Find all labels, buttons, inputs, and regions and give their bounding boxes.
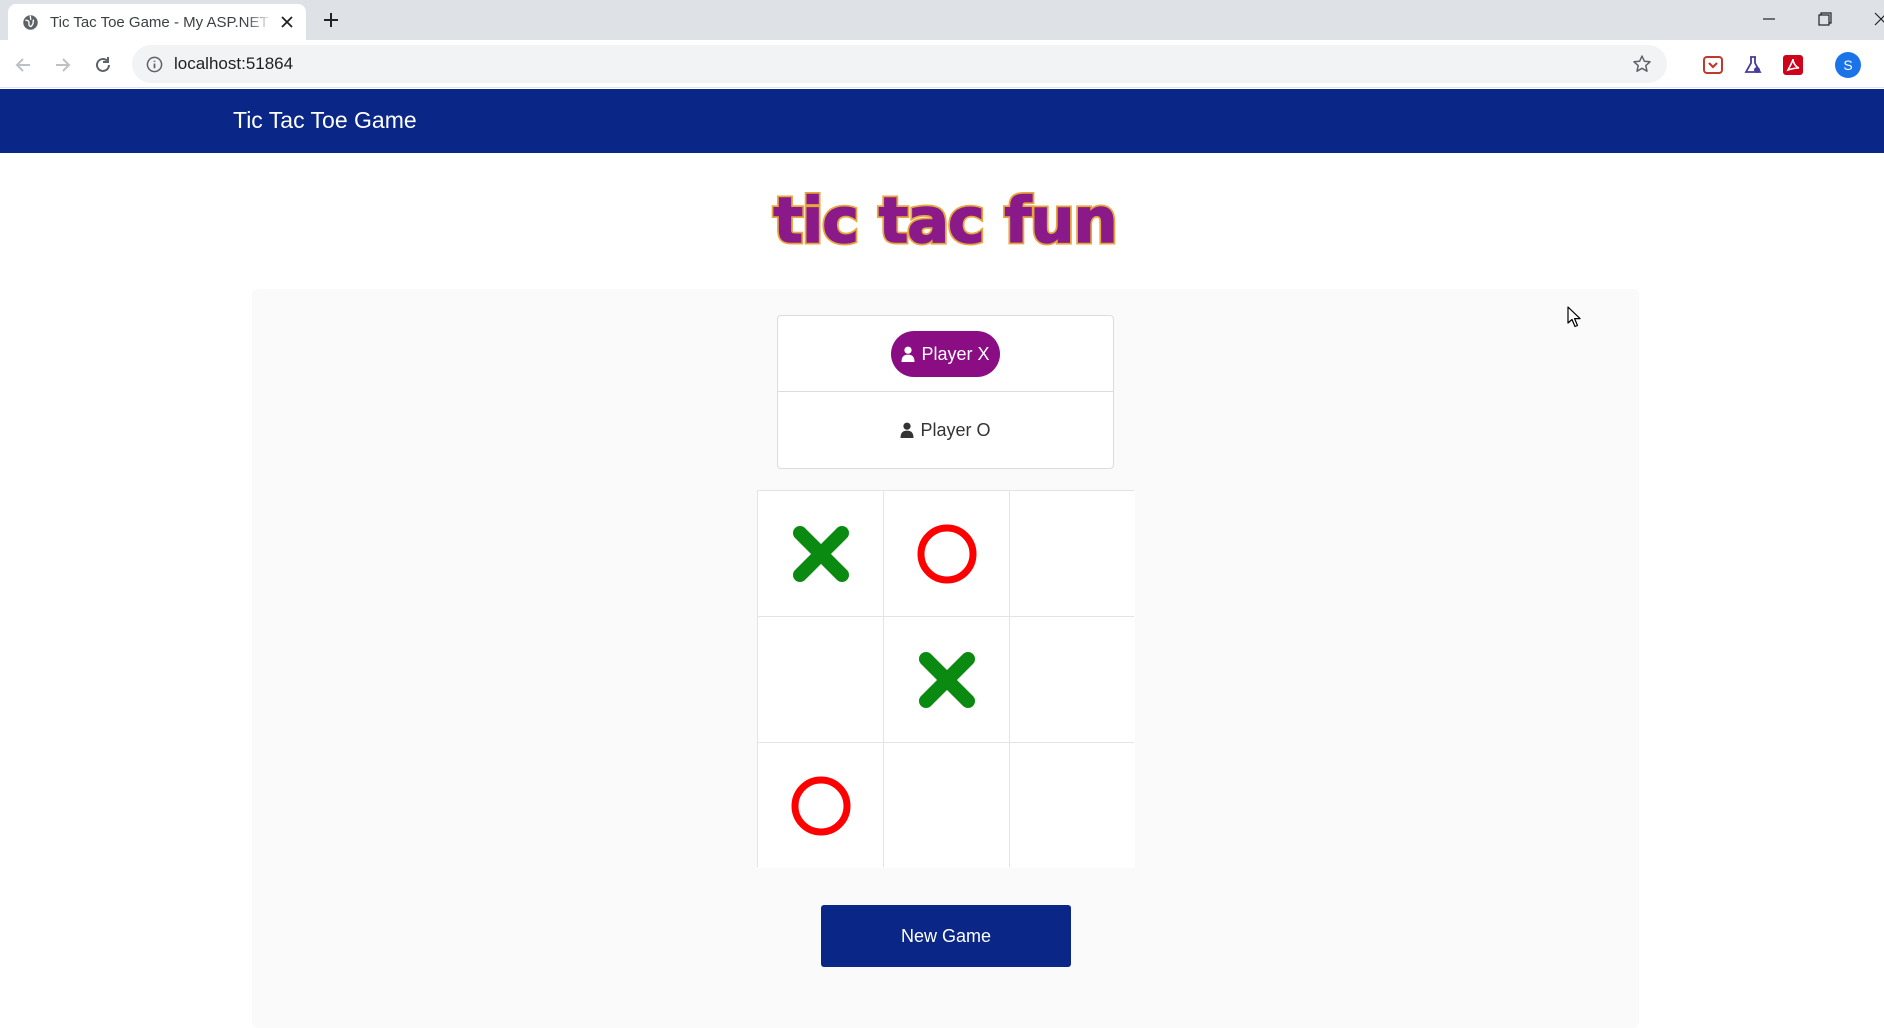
- board-cell-5[interactable]: [884, 617, 1009, 742]
- player-row-o: Player O: [778, 392, 1113, 468]
- player-o-label: Player O: [920, 419, 991, 440]
- new-tab-icon[interactable]: [322, 11, 340, 29]
- user-icon: [901, 346, 915, 362]
- x-mark-icon: [918, 651, 975, 708]
- close-tab-icon[interactable]: [280, 15, 294, 29]
- board-cell-6[interactable]: [1010, 617, 1135, 742]
- player-row-x: Player X: [778, 316, 1113, 392]
- user-icon: [900, 422, 914, 438]
- new-game-button[interactable]: New Game: [821, 905, 1071, 967]
- board-cell-9[interactable]: [1010, 743, 1135, 868]
- brand-title[interactable]: Tic Tac Toe Game: [233, 107, 417, 134]
- o-mark-icon: [791, 776, 850, 835]
- profile-avatar[interactable]: S: [1835, 52, 1861, 78]
- globe-icon: [23, 15, 38, 30]
- board-cell-3[interactable]: [1010, 491, 1135, 616]
- tab-title: Tic Tac Toe Game - My ASP.NET Applicatio…: [50, 14, 272, 31]
- url-text: localhost:51864: [174, 54, 294, 73]
- browser-tabstrip: Tic Tac Toe Game - My ASP.NET Applicatio…: [0, 0, 1884, 40]
- browser-toolbar: localhost:51864: [0, 40, 1884, 88]
- board-cell-4[interactable]: [758, 617, 883, 742]
- close-window-icon[interactable]: [1872, 10, 1884, 28]
- info-icon[interactable]: [146, 56, 163, 73]
- app-navbar: Tic Tac Toe Game: [0, 89, 1884, 153]
- bookmark-star-icon[interactable]: [1632, 54, 1652, 74]
- svg-text:tic tac fun: tic tac fun: [773, 184, 1116, 257]
- player-x-label: Player X: [921, 343, 990, 364]
- board-cell-2[interactable]: [884, 491, 1009, 616]
- browser-tab[interactable]: Tic Tac Toe Game - My ASP.NET Applicatio…: [8, 4, 306, 40]
- game-board: [757, 490, 1135, 868]
- minimize-icon[interactable]: [1760, 10, 1778, 28]
- lab-extension-icon[interactable]: [1742, 54, 1764, 76]
- address-bar[interactable]: localhost:51864: [132, 45, 1667, 83]
- tic-tac-fun-logo: tic tac fun tic tac fun: [760, 176, 1130, 266]
- player-o-badge: Player O: [891, 407, 1000, 453]
- forward-icon[interactable]: [52, 54, 74, 76]
- mouse-cursor-icon: [1567, 306, 1581, 328]
- player-x-badge: Player X: [891, 331, 1000, 377]
- player-list: Player X Player O: [777, 315, 1114, 469]
- board-cell-8[interactable]: [884, 743, 1009, 868]
- acrobat-extension-icon[interactable]: [1782, 54, 1804, 76]
- x-mark-icon: [792, 525, 849, 582]
- board-cell-7[interactable]: [758, 743, 883, 868]
- back-icon[interactable]: [12, 54, 34, 76]
- reload-icon[interactable]: [92, 54, 114, 76]
- pocket-extension-icon[interactable]: [1702, 54, 1724, 76]
- board-cell-1[interactable]: [758, 491, 883, 616]
- restore-icon[interactable]: [1816, 10, 1834, 28]
- o-mark-icon: [917, 524, 976, 583]
